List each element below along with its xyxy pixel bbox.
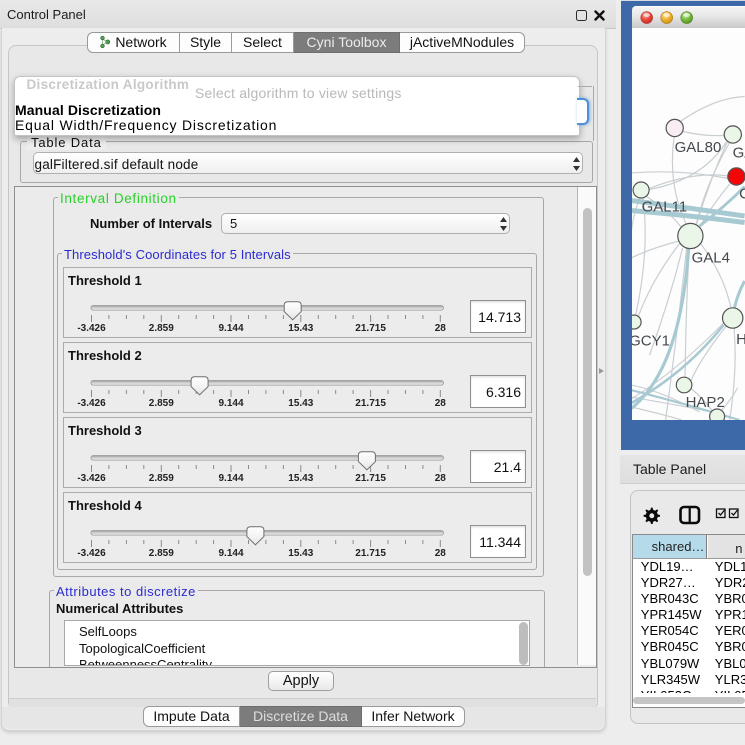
svg-text:21.715: 21.715 [355, 398, 386, 409]
svg-text:-3.426: -3.426 [77, 473, 106, 484]
svg-text:2.859: 2.859 [148, 323, 173, 334]
svg-text:21.715: 21.715 [355, 323, 386, 334]
svg-text:GA: GA [733, 145, 745, 162]
svg-text:GCY1: GCY1 [632, 333, 670, 350]
svg-text:21.715: 21.715 [355, 548, 386, 559]
svg-text:-3.426: -3.426 [77, 548, 106, 559]
svg-text:GAL11: GAL11 [642, 199, 688, 216]
svg-text:28: 28 [434, 398, 446, 409]
svg-text:9.144: 9.144 [218, 323, 243, 334]
svg-text:28: 28 [434, 548, 446, 559]
svg-text:GAL80: GAL80 [675, 139, 722, 156]
svg-text:28: 28 [434, 323, 446, 334]
svg-text:H: H [736, 331, 745, 348]
svg-text:28: 28 [434, 473, 446, 484]
svg-text:2.859: 2.859 [148, 473, 173, 484]
svg-text:15.43: 15.43 [288, 473, 313, 484]
svg-text:-3.426: -3.426 [77, 398, 106, 409]
svg-text:15.43: 15.43 [288, 548, 313, 559]
svg-text:9.144: 9.144 [218, 473, 243, 484]
svg-text:15.43: 15.43 [288, 398, 313, 409]
svg-text:-3.426: -3.426 [77, 323, 106, 334]
svg-text:2.859: 2.859 [148, 398, 173, 409]
svg-text:15.43: 15.43 [288, 323, 313, 334]
svg-text:9.144: 9.144 [218, 548, 243, 559]
svg-text:GAL4: GAL4 [692, 250, 730, 267]
svg-text:2.859: 2.859 [148, 548, 173, 559]
svg-text:HAP2: HAP2 [686, 394, 725, 411]
svg-text:21.715: 21.715 [355, 473, 386, 484]
svg-text:9.144: 9.144 [218, 398, 243, 409]
svg-text:C: C [739, 186, 745, 203]
